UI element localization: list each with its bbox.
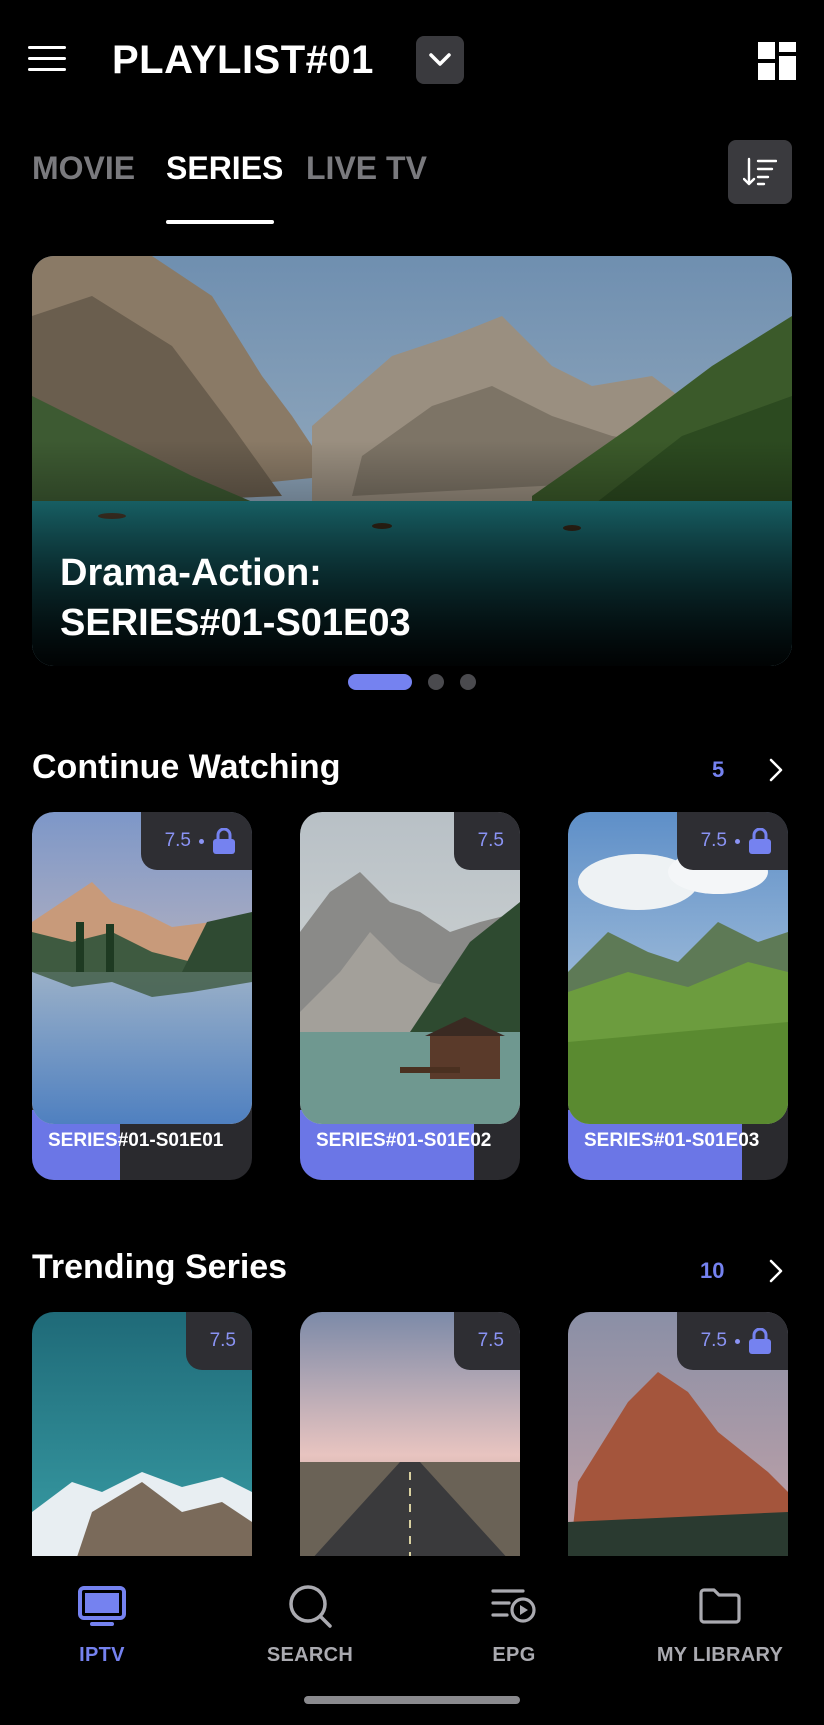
- rating-badge: 7.5: [453, 1312, 520, 1370]
- trending-card-1[interactable]: 7.5: [32, 1312, 252, 1572]
- rating-badge: 7.5: [185, 1312, 252, 1370]
- carousel-dot-3[interactable]: [460, 674, 476, 690]
- chevron-down-icon: [429, 53, 451, 66]
- folder-icon: [699, 1588, 741, 1624]
- banner-title-line1: Drama-Action:: [60, 552, 322, 594]
- playlist-title: PLAYLIST#01: [112, 38, 374, 82]
- rating-value: 7.5: [209, 1330, 236, 1351]
- active-tab-indicator: [166, 220, 274, 224]
- rating-badge: 7.5: [453, 812, 520, 870]
- tab-series[interactable]: SERIES: [166, 150, 283, 187]
- rating-value: 7.5: [477, 830, 504, 851]
- nav-label: EPG: [492, 1644, 536, 1666]
- trending-card-2[interactable]: 7.5: [300, 1312, 520, 1572]
- continue-card-3[interactable]: 7.5 SERIES#01-S01E03: [568, 812, 788, 1180]
- continue-card-1[interactable]: 7.5 SERIES#01-S01E01: [32, 812, 252, 1180]
- rating-value: 7.5: [700, 1330, 727, 1351]
- rating-value: 7.5: [477, 1330, 504, 1351]
- carousel-dot-1[interactable]: [348, 674, 412, 690]
- nav-epg[interactable]: EPG: [424, 1578, 604, 1667]
- hamburger-menu-icon[interactable]: [28, 44, 66, 74]
- banner-title: Drama-Action: SERIES#01-S01E03: [60, 548, 740, 648]
- rating-badge: 7.5: [676, 1312, 788, 1370]
- lock-icon: [213, 828, 235, 854]
- continue-watching-title: Continue Watching: [32, 748, 341, 786]
- nav-label: MY LIBRARY: [656, 1644, 784, 1666]
- playlist-dropdown-button[interactable]: [416, 36, 464, 84]
- rating-value: 7.5: [164, 830, 191, 851]
- grid-layout-icon[interactable]: [758, 42, 796, 80]
- card-title: SERIES#01-S01E02: [316, 1130, 492, 1151]
- chevron-right-icon[interactable]: [766, 757, 786, 783]
- tab-live-tv[interactable]: LIVE TV: [306, 150, 427, 187]
- continue-card-2[interactable]: 7.5 SERIES#01-S01E02: [300, 812, 520, 1180]
- search-icon: [289, 1585, 332, 1628]
- nav-search[interactable]: SEARCH: [220, 1578, 400, 1667]
- trending-card-3[interactable]: 7.5: [568, 1312, 788, 1572]
- rating-value: 7.5: [700, 830, 727, 851]
- carousel-dot-2[interactable]: [428, 674, 444, 690]
- tab-movie[interactable]: MOVIE: [32, 150, 135, 187]
- home-indicator: [304, 1696, 520, 1704]
- sort-button[interactable]: [728, 140, 792, 204]
- sort-icon: [743, 157, 777, 186]
- nav-label: SEARCH: [266, 1644, 354, 1666]
- lock-icon: [749, 1328, 771, 1354]
- featured-banner[interactable]: Drama-Action: SERIES#01-S01E03: [32, 256, 792, 666]
- epg-icon: [491, 1589, 536, 1623]
- banner-title-line2: SERIES#01-S01E03: [60, 602, 411, 644]
- nav-my-library[interactable]: MY LIBRARY: [630, 1578, 810, 1667]
- rating-badge: 7.5: [676, 812, 788, 870]
- card-title: SERIES#01-S01E03: [584, 1130, 760, 1151]
- continue-watching-count: 5: [712, 757, 725, 782]
- card-title: SERIES#01-S01E01: [48, 1130, 224, 1151]
- chevron-right-icon[interactable]: [766, 1258, 786, 1284]
- nav-iptv[interactable]: IPTV: [12, 1578, 192, 1667]
- nav-label: IPTV: [79, 1644, 125, 1666]
- carousel-pagination: [0, 672, 824, 690]
- top-bar: PLAYLIST#01: [0, 0, 824, 120]
- trending-series-title: Trending Series: [32, 1248, 288, 1286]
- separator-dot: [735, 1338, 740, 1344]
- rating-badge: 7.5: [140, 812, 252, 870]
- separator-dot: [735, 838, 740, 844]
- tv-icon: [78, 1586, 126, 1626]
- separator-dot: [199, 838, 204, 844]
- trending-series-count: 10: [700, 1258, 725, 1283]
- lock-icon: [749, 828, 771, 854]
